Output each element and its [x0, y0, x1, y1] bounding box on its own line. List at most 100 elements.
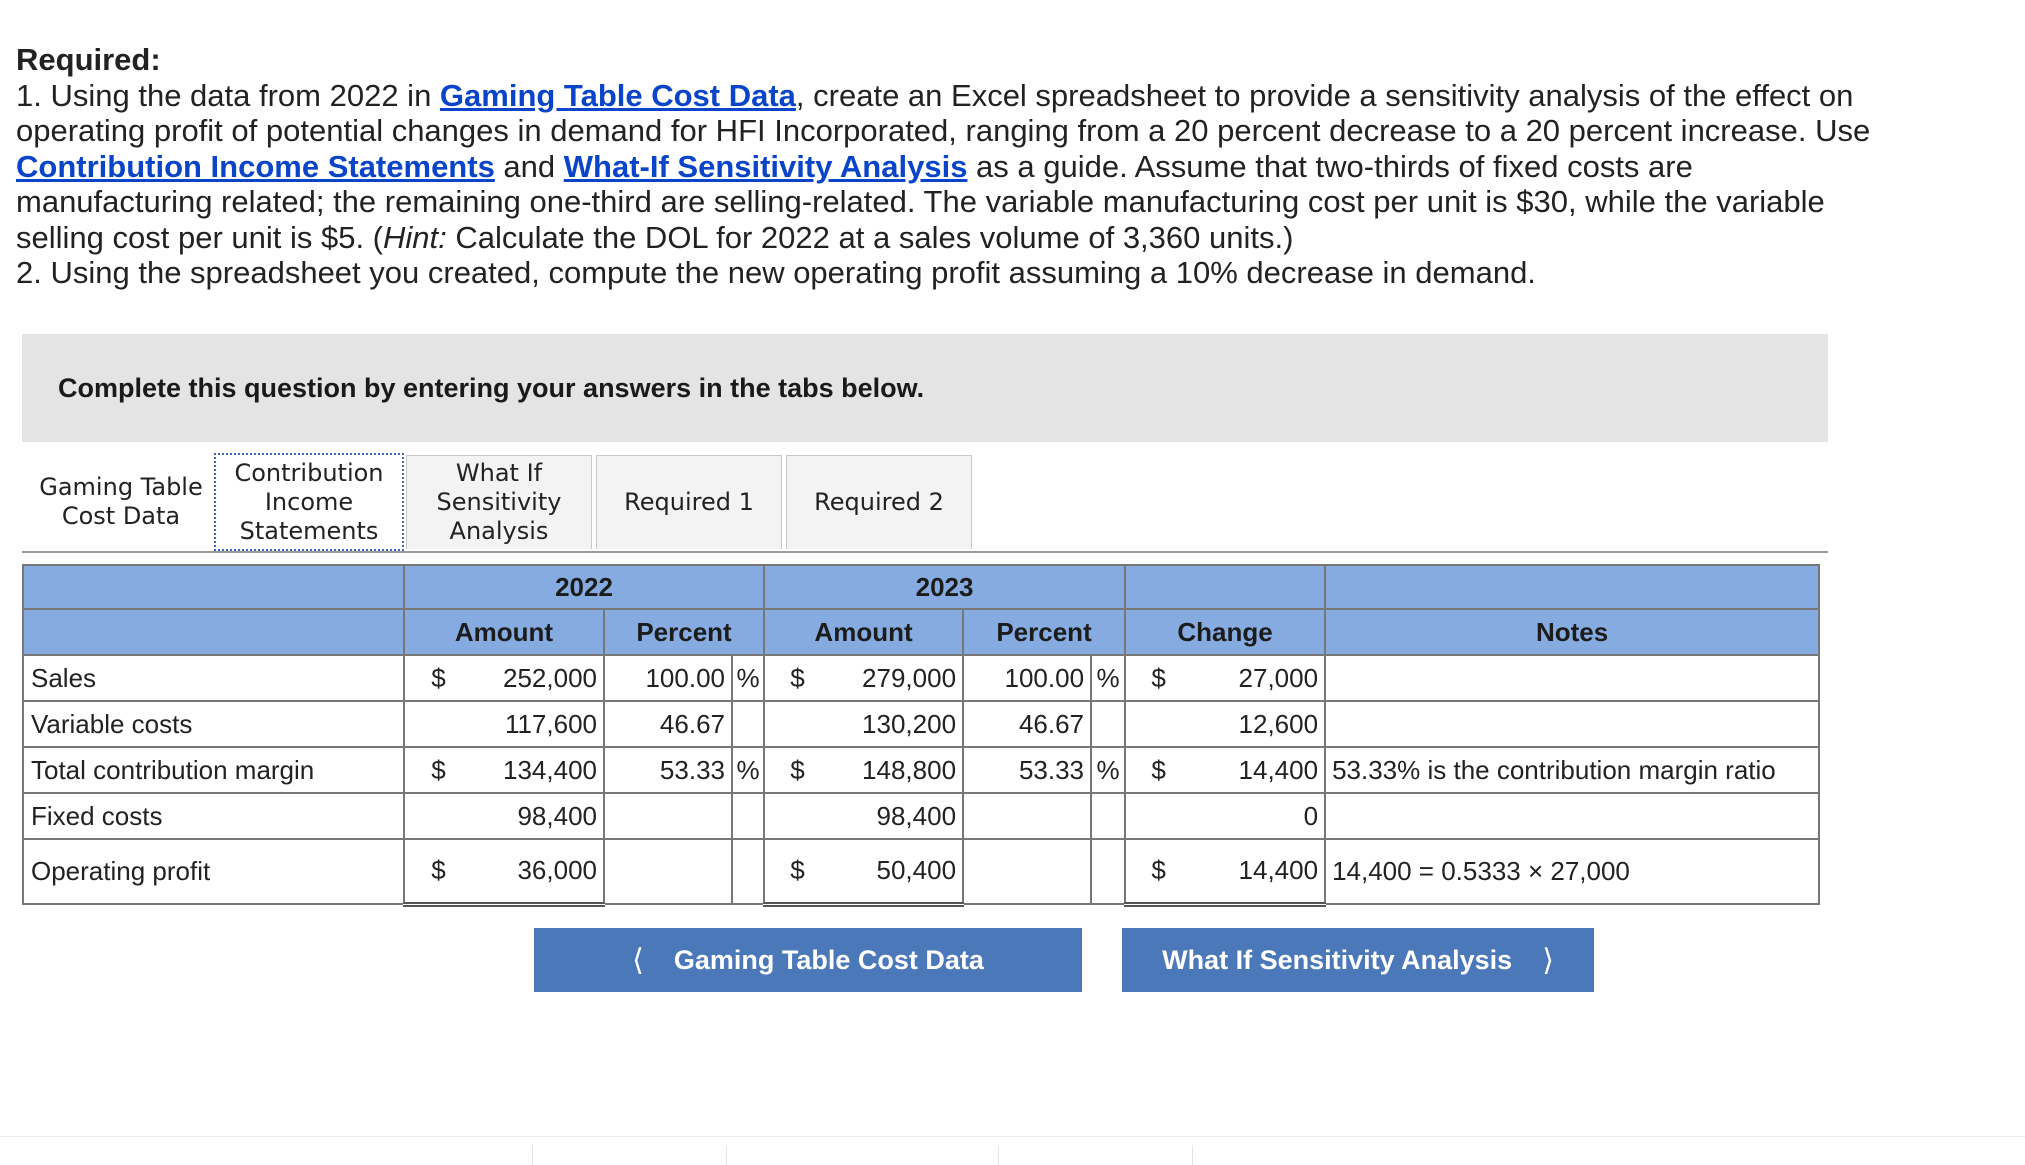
- change-cell[interactable]: 27,000: [1191, 655, 1325, 701]
- chevron-left-icon: ⟨: [632, 943, 644, 978]
- link-contribution-income-statements[interactable]: Contribution Income Statements: [16, 149, 495, 184]
- currency-2023: $: [764, 839, 830, 904]
- row-label: Sales: [23, 655, 404, 701]
- amount-2022-cell[interactable]: 117,600: [472, 701, 604, 747]
- footer-tick: [726, 1145, 727, 1165]
- currency-change: $: [1125, 655, 1191, 701]
- percent-2022-cell[interactable]: [604, 839, 732, 904]
- header-row-columns: Amount Percent Amount Percent Change Not…: [23, 609, 1819, 655]
- percent-sign-2022: [732, 839, 764, 904]
- row-label: Operating profit: [23, 839, 404, 904]
- footer-tick: [998, 1145, 999, 1165]
- tab-what-if-sensitivity-analysis[interactable]: What If Sensitivity Analysis: [406, 455, 592, 549]
- question-text: Required: 1. Using the data from 2022 in…: [16, 42, 1876, 291]
- change-cell[interactable]: 14,400: [1191, 747, 1325, 793]
- footer-divider: [0, 1136, 2025, 1137]
- link-what-if-sensitivity-analysis[interactable]: What-If Sensitivity Analysis: [564, 149, 968, 184]
- table-row-fixed-costs: Fixed costs 98,400 98,400 0: [23, 793, 1819, 839]
- percent-sign-2022: %: [732, 655, 764, 701]
- percent-2023-cell[interactable]: [963, 839, 1091, 904]
- tab-contribution-income-statements[interactable]: Contribution Income Statements: [214, 453, 404, 551]
- currency-2022: $: [404, 839, 472, 904]
- notes-cell[interactable]: 14,400 = 0.5333 × 27,000: [1325, 839, 1819, 904]
- header-percent-2023: Percent: [963, 609, 1125, 655]
- notes-cell[interactable]: 53.33% is the contribution margin ratio: [1325, 747, 1819, 793]
- percent-sign-2022: [732, 701, 764, 747]
- currency-2022: [404, 701, 472, 747]
- percent-2022-cell[interactable]: 100.00: [604, 655, 732, 701]
- percent-2022-cell[interactable]: 53.33: [604, 747, 732, 793]
- amount-2022-cell[interactable]: 252,000: [472, 655, 604, 701]
- percent-2023-cell[interactable]: 46.67: [963, 701, 1091, 747]
- footer-tick: [532, 1145, 533, 1165]
- currency-2022: $: [404, 655, 472, 701]
- header-change: Change: [1125, 609, 1325, 655]
- currency-2023: $: [764, 747, 830, 793]
- currency-change: $: [1125, 839, 1191, 904]
- percent-sign-2023: [1091, 793, 1125, 839]
- percent-sign-2022: %: [732, 747, 764, 793]
- amount-2022-cell[interactable]: 98,400: [472, 793, 604, 839]
- header-row-years: 2022 2023: [23, 565, 1819, 609]
- next-tab-button[interactable]: What If Sensitivity Analysis ⟩: [1122, 928, 1594, 992]
- amount-2022-cell[interactable]: 134,400: [472, 747, 604, 793]
- table-row-operating-profit: Operating profit $ 36,000 $ 50,400 $ 14,…: [23, 839, 1819, 904]
- amount-2023-cell[interactable]: 279,000: [830, 655, 963, 701]
- requirement-1: 1. Using the data from 2022 in Gaming Ta…: [16, 78, 1876, 256]
- percent-sign-2022: [732, 793, 764, 839]
- header-amount-2023: Amount: [764, 609, 963, 655]
- currency-2022: $: [404, 747, 472, 793]
- prev-tab-button[interactable]: ⟨ Gaming Table Cost Data: [534, 928, 1082, 992]
- tab-required-2[interactable]: Required 2: [786, 455, 972, 549]
- next-tab-label: What If Sensitivity Analysis: [1162, 945, 1512, 976]
- header-blank: [23, 565, 404, 609]
- currency-change: $: [1125, 747, 1191, 793]
- header-blank-change: [1125, 565, 1325, 609]
- table-row-sales: Sales $ 252,000 100.00 % $ 279,000 100.0…: [23, 655, 1819, 701]
- amount-2023-cell[interactable]: 98,400: [830, 793, 963, 839]
- percent-2022-cell[interactable]: [604, 793, 732, 839]
- percent-sign-2023: [1091, 701, 1125, 747]
- row-label: Total contribution margin: [23, 747, 404, 793]
- req1-text-c: and: [495, 149, 564, 184]
- required-heading: Required:: [16, 42, 1876, 78]
- currency-change: [1125, 793, 1191, 839]
- percent-2023-cell[interactable]: 53.33: [963, 747, 1091, 793]
- contribution-income-statement-table: 2022 2023 Amount Percent Amount Percent …: [22, 564, 1820, 907]
- amount-2023-cell[interactable]: 130,200: [830, 701, 963, 747]
- tab-bar: Gaming Table Cost Data Contribution Inco…: [22, 455, 1828, 553]
- header-notes: Notes: [1325, 609, 1819, 655]
- currency-2023: [764, 793, 830, 839]
- amount-2023-cell[interactable]: 50,400: [830, 839, 963, 904]
- change-cell[interactable]: 14,400: [1191, 839, 1325, 904]
- percent-2022-cell[interactable]: 46.67: [604, 701, 732, 747]
- tab-required-1[interactable]: Required 1: [596, 455, 782, 549]
- link-gaming-table-cost-data[interactable]: Gaming Table Cost Data: [440, 78, 796, 113]
- prev-tab-label: Gaming Table Cost Data: [674, 945, 984, 976]
- header-year-2023: 2023: [764, 565, 1125, 609]
- req1-text-e: Calculate the DOL for 2022 at a sales vo…: [447, 220, 1294, 255]
- percent-2023-cell[interactable]: [963, 793, 1091, 839]
- currency-change: [1125, 701, 1191, 747]
- notes-cell[interactable]: [1325, 655, 1819, 701]
- requirement-2: 2. Using the spreadsheet you created, co…: [16, 255, 1876, 291]
- footer-tick: [1192, 1145, 1193, 1165]
- tab-gaming-table-cost-data[interactable]: Gaming Table Cost Data: [26, 455, 216, 549]
- header-year-2022: 2022: [404, 565, 764, 609]
- row-label: Variable costs: [23, 701, 404, 747]
- currency-2023: $: [764, 655, 830, 701]
- notes-cell[interactable]: [1325, 793, 1819, 839]
- chevron-right-icon: ⟩: [1542, 943, 1554, 978]
- req1-text-a: 1. Using the data from 2022 in: [16, 78, 440, 113]
- currency-2022: [404, 793, 472, 839]
- notes-cell[interactable]: [1325, 701, 1819, 747]
- amount-2022-cell[interactable]: 36,000: [472, 839, 604, 904]
- percent-2023-cell[interactable]: 100.00: [963, 655, 1091, 701]
- instruction-banner: Complete this question by entering your …: [22, 334, 1828, 442]
- percent-sign-2023: [1091, 839, 1125, 904]
- amount-2023-cell[interactable]: 148,800: [830, 747, 963, 793]
- percent-sign-2023: %: [1091, 655, 1125, 701]
- change-cell[interactable]: 0: [1191, 793, 1325, 839]
- header-percent-2022: Percent: [604, 609, 764, 655]
- change-cell[interactable]: 12,600: [1191, 701, 1325, 747]
